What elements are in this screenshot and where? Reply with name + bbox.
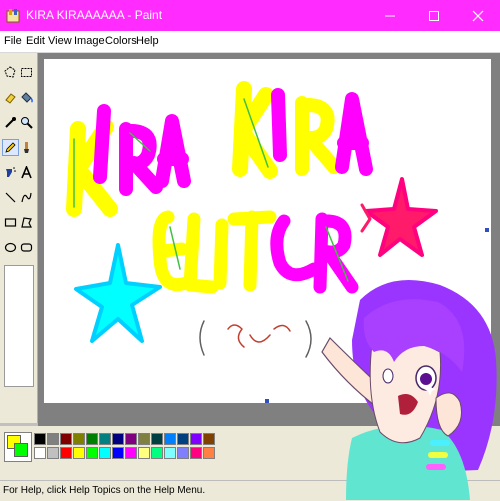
brush-tool[interactable] xyxy=(19,140,34,155)
color-palette xyxy=(0,426,500,480)
palette-swatch[interactable] xyxy=(47,433,59,445)
maximize-button[interactable] xyxy=(412,0,456,31)
palette-swatch[interactable] xyxy=(99,447,111,459)
status-text: For Help, click Help Topics on the Help … xyxy=(3,485,206,496)
palette-swatch[interactable] xyxy=(112,433,124,445)
palette-swatch[interactable] xyxy=(190,447,202,459)
background-color xyxy=(14,443,28,457)
toolbox xyxy=(0,53,38,423)
palette-swatch[interactable] xyxy=(151,433,163,445)
palette-swatch[interactable] xyxy=(203,447,215,459)
pencil-tool[interactable] xyxy=(2,139,19,156)
palette-swatch[interactable] xyxy=(86,433,98,445)
palette-swatch[interactable] xyxy=(73,447,85,459)
palette-swatch[interactable] xyxy=(112,447,124,459)
status-bar: For Help, click Help Topics on the Help … xyxy=(0,480,500,501)
palette-swatch[interactable] xyxy=(151,447,163,459)
line-tool[interactable] xyxy=(3,190,18,205)
menu-image[interactable]: Image xyxy=(74,35,105,47)
eraser-icon xyxy=(5,93,16,104)
palette-swatch[interactable] xyxy=(138,433,150,445)
palette-swatch[interactable] xyxy=(125,433,137,445)
text-icon xyxy=(21,166,32,179)
pick-color-icon xyxy=(5,117,16,128)
fill-icon xyxy=(21,92,33,103)
polygon-tool[interactable] xyxy=(19,215,34,230)
rounded-rectangle-tool[interactable] xyxy=(19,240,34,255)
menu-edit[interactable]: Edit xyxy=(26,35,45,47)
airbrush-tool[interactable] xyxy=(3,165,18,180)
palette-swatch[interactable] xyxy=(99,433,111,445)
polygon-icon xyxy=(21,217,32,228)
palette-swatch[interactable] xyxy=(138,447,150,459)
palette-swatch[interactable] xyxy=(177,433,189,445)
rounded-rectangle-icon xyxy=(20,243,33,252)
fill-tool[interactable] xyxy=(19,90,34,105)
palette-swatch[interactable] xyxy=(190,433,202,445)
curve-icon xyxy=(21,192,32,203)
select-icon xyxy=(21,68,32,77)
magnifier-icon xyxy=(21,117,33,129)
menu-bar: File Edit View Image Colors Help xyxy=(0,31,500,53)
minimize-button[interactable] xyxy=(368,0,412,31)
free-form-select-icon xyxy=(4,66,16,78)
ellipse-icon xyxy=(4,242,17,253)
minimize-icon xyxy=(385,15,395,16)
menu-view[interactable]: View xyxy=(48,35,72,47)
title-bar[interactable]: KIRA KIRAAAAAA - Paint xyxy=(0,0,500,31)
menu-file[interactable]: File xyxy=(4,35,22,47)
tool-options-box[interactable] xyxy=(4,265,34,387)
pick-color-tool[interactable] xyxy=(3,115,18,130)
current-colors[interactable] xyxy=(4,432,32,462)
rectangle-tool[interactable] xyxy=(3,215,18,230)
magnifier-tool[interactable] xyxy=(19,115,34,130)
line-icon xyxy=(5,192,16,203)
free-form-select-tool[interactable] xyxy=(3,65,18,80)
palette-swatch[interactable] xyxy=(203,433,215,445)
palette-swatch[interactable] xyxy=(164,433,176,445)
curve-tool[interactable] xyxy=(19,190,34,205)
palette-swatch[interactable] xyxy=(177,447,189,459)
ellipse-tool[interactable] xyxy=(3,240,18,255)
palette-swatch[interactable] xyxy=(125,447,137,459)
canvas-drawing xyxy=(66,81,489,403)
palette-swatch[interactable] xyxy=(47,447,59,459)
paint-app-icon xyxy=(6,9,20,23)
text-tool[interactable] xyxy=(19,165,34,180)
airbrush-icon xyxy=(6,167,16,177)
palette-swatch[interactable] xyxy=(34,447,46,459)
eraser-tool[interactable] xyxy=(3,90,18,105)
rectangle-icon xyxy=(4,218,17,227)
drawing-canvas[interactable] xyxy=(44,59,491,403)
select-tool[interactable] xyxy=(19,65,34,80)
menu-colors[interactable]: Colors xyxy=(105,35,137,47)
palette-swatch[interactable] xyxy=(60,433,72,445)
window-title: KIRA KIRAAAAAA - Paint xyxy=(26,8,163,22)
pencil-icon xyxy=(5,142,16,153)
palette-swatch[interactable] xyxy=(34,433,46,445)
brush-icon xyxy=(24,142,29,153)
close-button[interactable] xyxy=(456,0,500,31)
palette-swatch[interactable] xyxy=(73,433,85,445)
menu-help[interactable]: Help xyxy=(136,35,159,47)
palette-swatch[interactable] xyxy=(86,447,98,459)
close-icon xyxy=(472,10,484,21)
palette-swatch[interactable] xyxy=(60,447,72,459)
palette-swatch[interactable] xyxy=(164,447,176,459)
maximize-icon xyxy=(429,10,439,21)
